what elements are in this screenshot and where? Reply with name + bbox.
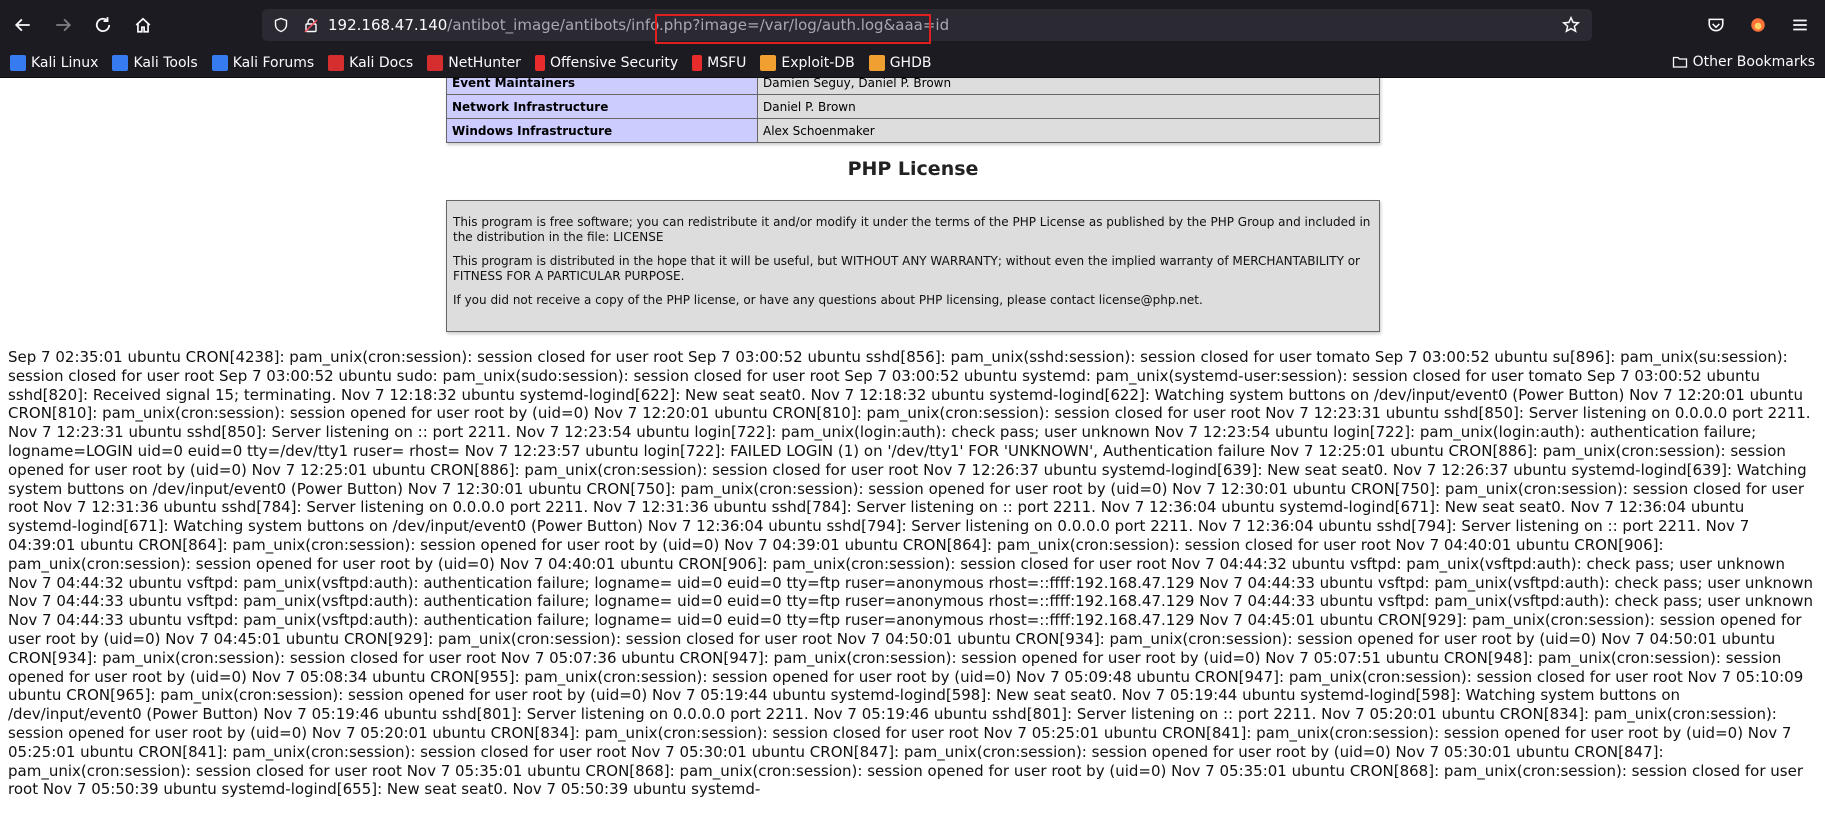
kali-forums-icon — [211, 55, 228, 71]
license-box: This program is free software; you can r… — [446, 200, 1380, 332]
bookmark-kali-docs[interactable]: Kali Docs — [328, 55, 413, 71]
extension-fox-icon[interactable] — [1741, 8, 1775, 42]
url-host: 192.168.47.140 — [328, 16, 448, 34]
home-icon — [135, 17, 151, 33]
toolbar-right-icons — [1699, 8, 1817, 42]
shield-icon[interactable] — [270, 14, 292, 36]
credit-names: Damien Seguy, Daniel P. Brown — [757, 78, 1380, 95]
arrow-left-icon — [14, 18, 30, 31]
address-bar[interactable]: 192.168.47.140/antibot_image/antibots/in… — [262, 9, 1592, 41]
bookmark-kali-linux[interactable]: Kali Linux — [10, 55, 98, 71]
credit-role: Windows Infrastructure — [446, 118, 758, 143]
url-query: ?image=/var/log/auth.log&aaa=id — [692, 16, 950, 34]
table-row: Windows Infrastructure Alex Schoenmaker — [446, 118, 1380, 143]
ghdb-icon — [868, 55, 885, 71]
url-path: /antibot_image/antibots/info.php — [447, 16, 693, 34]
home-button[interactable] — [126, 8, 160, 42]
bookmark-ghdb[interactable]: GHDB — [868, 55, 931, 71]
kali-docs-icon — [328, 55, 345, 71]
bookmark-star-icon[interactable] — [1561, 15, 1581, 38]
menu-hamburger-icon[interactable] — [1783, 8, 1817, 42]
bookmark-exploit-db[interactable]: Exploit-DB — [760, 55, 855, 71]
bookmark-kali-tools[interactable]: Kali Tools — [112, 55, 198, 71]
license-heading: PHP License — [847, 158, 979, 180]
url-text[interactable]: 192.168.47.140/antibot_image/antibots/in… — [328, 16, 949, 34]
auth-log-output: Sep 7 02:35:01 ubuntu CRON[4238]: pam_un… — [8, 348, 1814, 799]
forward-button[interactable] — [46, 8, 80, 42]
other-bookmarks[interactable]: Other Bookmarks — [1672, 54, 1815, 70]
back-button[interactable] — [6, 8, 40, 42]
bookmarks-bar: Kali Linux Kali Tools Kali Forums Kali D… — [0, 49, 1825, 78]
table-row: Event Maintainers Damien Seguy, Daniel P… — [446, 78, 1380, 95]
license-paragraph: This program is distributed in the hope … — [453, 254, 1360, 283]
kali-dragon-icon — [10, 55, 26, 71]
bookmark-nethunter[interactable]: NetHunter — [427, 55, 521, 71]
license-paragraph: If you did not receive a copy of the PHP… — [453, 293, 1203, 307]
browser-toolbar: 192.168.47.140/antibot_image/antibots/in… — [0, 0, 1825, 49]
credits-table: Event Maintainers Damien Seguy, Daniel P… — [446, 78, 1380, 143]
reload-icon — [95, 16, 111, 32]
pocket-icon[interactable] — [1699, 8, 1733, 42]
bookmark-offensive-security[interactable]: Offensive Security — [534, 55, 678, 71]
credit-names: Alex Schoenmaker — [757, 118, 1380, 143]
page-viewport[interactable]: Event Maintainers Damien Seguy, Daniel P… — [0, 78, 1825, 816]
arrow-right-icon — [56, 18, 72, 31]
bookmark-msfu[interactable]: MSFU — [692, 55, 746, 71]
offsec-icon — [534, 55, 545, 71]
msfu-icon — [692, 55, 703, 71]
reload-button[interactable] — [86, 8, 120, 42]
kali-tools-icon — [112, 55, 129, 71]
credit-names: Daniel P. Brown — [757, 94, 1380, 119]
credit-role: Event Maintainers — [446, 78, 758, 95]
bookmark-kali-forums[interactable]: Kali Forums — [211, 55, 314, 71]
insecure-lock-icon[interactable] — [300, 14, 322, 36]
table-row: Network Infrastructure Daniel P. Brown — [446, 94, 1380, 119]
exploit-db-icon — [760, 55, 777, 71]
folder-icon — [1672, 56, 1687, 68]
nethunter-icon — [427, 55, 444, 71]
credit-role: Network Infrastructure — [446, 94, 758, 119]
license-paragraph: This program is free software; you can r… — [453, 215, 1371, 244]
